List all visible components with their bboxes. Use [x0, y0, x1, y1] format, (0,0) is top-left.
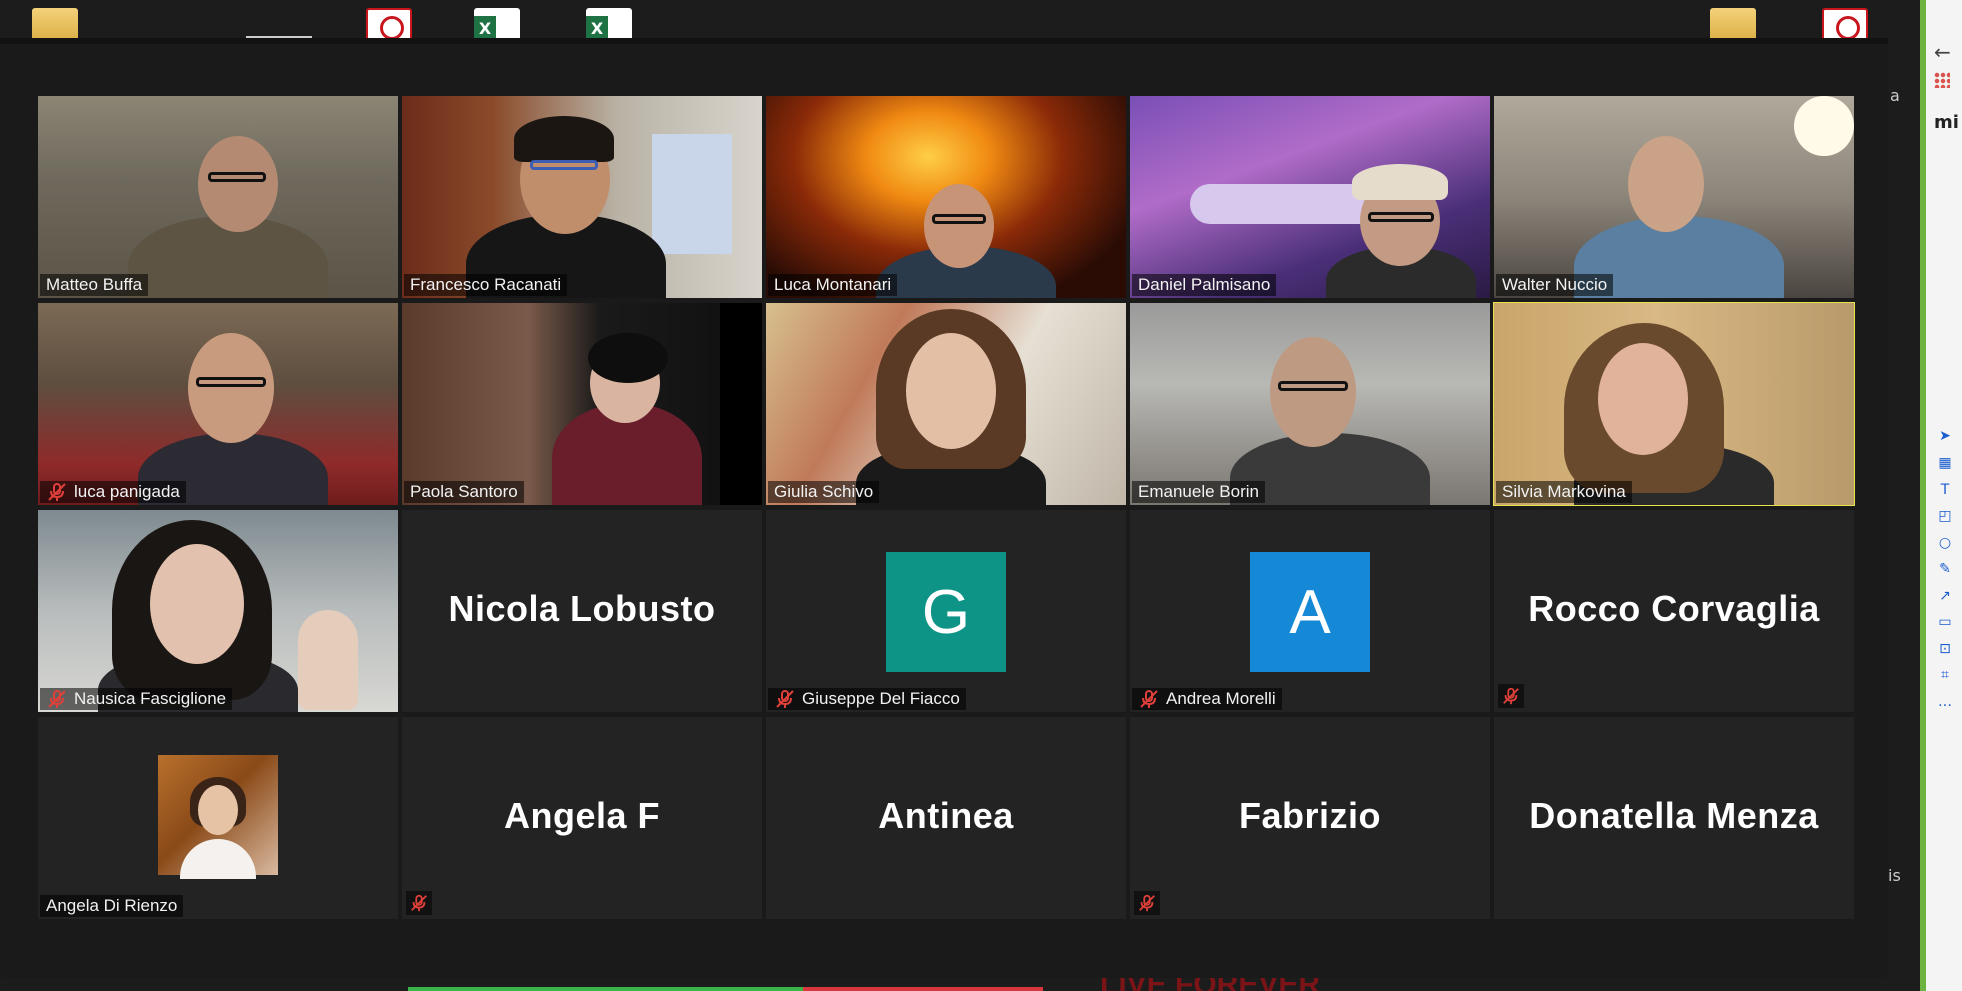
participant-display-name: Angela F	[503, 794, 660, 836]
participant-tile[interactable]: Rocco Corvaglia	[1494, 510, 1854, 712]
participant-tile[interactable]: Francesco Racanati	[402, 96, 762, 298]
apps-grid-icon[interactable]	[1934, 72, 1950, 88]
participant-display-name: Nicola Lobusto	[448, 587, 716, 629]
avatar: A	[1250, 552, 1370, 672]
sticky-note-icon[interactable]: ◰	[1937, 508, 1953, 524]
muted-mic-icon	[406, 891, 432, 915]
participant-name-label: Daniel Palmisano	[1132, 274, 1277, 296]
gallery-view: Matteo Buffa Francesco Racanati Luca Mon…	[38, 96, 1858, 919]
participant-tile[interactable]: Nicola Lobusto	[402, 510, 762, 712]
muted-mic-icon	[46, 481, 68, 503]
muted-mic-icon	[46, 688, 68, 710]
participant-name-label: Francesco Racanati	[404, 274, 568, 296]
frame-icon[interactable]: ⊡	[1937, 641, 1953, 657]
participant-name-label: Angela Di Rienzo	[40, 895, 184, 917]
edge-text-is: is	[1888, 866, 1901, 885]
circle-icon[interactable]: ○	[1937, 535, 1953, 551]
participant-display-name: Antinea	[878, 794, 1014, 836]
participant-display-name: Rocco Corvaglia	[1528, 587, 1820, 629]
progress-green	[408, 987, 803, 991]
pointer-icon[interactable]: ➤	[1937, 428, 1953, 444]
participant-video	[766, 96, 1126, 298]
side-panel: ← mi ➤ ▦ T ◰ ○ ✎ ↗ ▭ ⊡ ⌗ …	[1920, 0, 1962, 991]
participant-name-label: Luca Montanari	[768, 274, 898, 296]
line-icon[interactable]: ↗	[1937, 588, 1953, 604]
pen-icon[interactable]: ✎	[1937, 561, 1953, 577]
edge-text-a: a	[1890, 86, 1900, 105]
participant-tile[interactable]: Matteo Buffa	[38, 96, 398, 298]
comment-icon[interactable]: ▭	[1937, 614, 1953, 630]
participant-video	[1130, 96, 1490, 298]
participant-name-label: Paola Santoro	[404, 481, 524, 503]
participant-tile[interactable]: luca panigada	[38, 303, 398, 505]
participant-tile[interactable]: Angela Di Rienzo	[38, 717, 398, 919]
background-logo: LIVE FOREVER	[1100, 978, 1560, 991]
participant-video	[1494, 303, 1854, 505]
participant-name-label: Walter Nuccio	[1496, 274, 1614, 296]
muted-mic-icon	[1498, 684, 1524, 708]
participant-name-label: Silvia Markovina	[1496, 481, 1632, 503]
more-icon[interactable]: …	[1937, 694, 1953, 710]
participant-tile[interactable]: Emanuele Borin	[1130, 303, 1490, 505]
muted-mic-icon	[774, 688, 796, 710]
participant-video	[1494, 96, 1854, 298]
text-icon[interactable]: T	[1937, 482, 1953, 498]
participant-display-name: Donatella Menza	[1529, 794, 1819, 836]
participant-tile[interactable]: Luca Montanari	[766, 96, 1126, 298]
participant-tile[interactable]: Daniel Palmisano	[1130, 96, 1490, 298]
participant-tile[interactable]: A Andrea Morelli	[1130, 510, 1490, 712]
crop-icon[interactable]: ⌗	[1937, 667, 1953, 683]
participant-tile[interactable]: Angela F	[402, 717, 762, 919]
app-logo-icon	[1926, 0, 1962, 34]
participant-name-label: Giuseppe Del Fiacco	[768, 688, 966, 710]
participant-tile[interactable]: Donatella Menza	[1494, 717, 1854, 919]
participant-name-label: Giulia Schivo	[768, 481, 880, 503]
muted-mic-icon	[1134, 891, 1160, 915]
participant-video	[38, 303, 398, 505]
participant-tile[interactable]: Paola Santoro	[402, 303, 762, 505]
participant-tile-active-speaker[interactable]: Silvia Markovina	[1493, 302, 1855, 506]
progress-bar	[408, 987, 1043, 991]
avatar	[158, 755, 278, 879]
progress-red	[803, 987, 1043, 991]
participant-video	[402, 303, 762, 505]
table-icon[interactable]: ▦	[1937, 455, 1953, 471]
participant-tile[interactable]: Nausica Fasciglione	[38, 510, 398, 712]
participant-name-label: Matteo Buffa	[40, 274, 149, 296]
participant-tile[interactable]: Walter Nuccio	[1494, 96, 1854, 298]
participant-video	[766, 303, 1126, 505]
participant-name-label: Andrea Morelli	[1132, 688, 1282, 710]
side-panel-text: mi	[1934, 112, 1959, 133]
participant-tile[interactable]: Fabrizio	[1130, 717, 1490, 919]
muted-mic-icon	[1138, 688, 1160, 710]
avatar: G	[886, 552, 1006, 672]
participant-tile[interactable]: Giulia Schivo	[766, 303, 1126, 505]
participant-tile[interactable]: G Giuseppe Del Fiacco	[766, 510, 1126, 712]
participant-video	[38, 96, 398, 298]
participant-video	[1130, 303, 1490, 505]
participant-name-label: Nausica Fasciglione	[40, 688, 233, 710]
back-arrow-icon[interactable]: ←	[1934, 40, 1951, 64]
participant-display-name: Fabrizio	[1238, 794, 1381, 836]
participant-name-label: luca panigada	[40, 481, 186, 503]
participant-name-label: Emanuele Borin	[1132, 481, 1265, 503]
participant-video	[402, 96, 762, 298]
participant-tile[interactable]: Antinea	[766, 717, 1126, 919]
participant-video	[38, 510, 398, 712]
